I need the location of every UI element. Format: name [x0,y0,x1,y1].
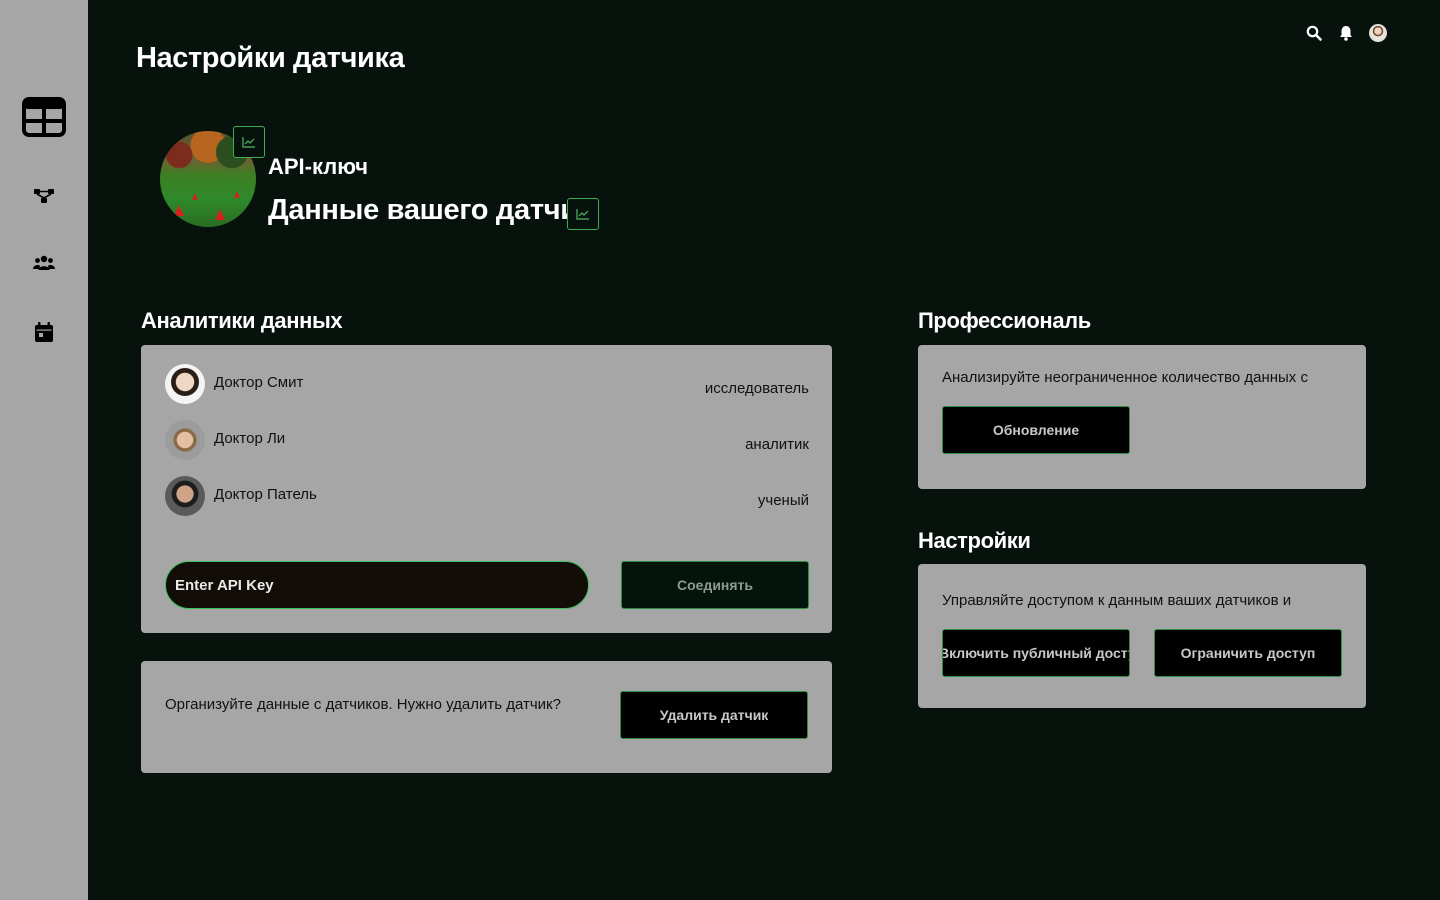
users-icon[interactable] [0,254,88,272]
sidebar [0,0,88,900]
settings-card: Управляйте доступом к данным ваших датчи… [918,564,1366,708]
upgrade-button[interactable]: Обновление [942,406,1130,454]
page-title: Настройки датчика [136,42,405,74]
calendar-icon[interactable] [0,321,88,343]
settings-section-title: Настройки [918,528,1031,553]
analytics-section-title: Аналитики данных [141,308,343,333]
search-icon[interactable] [1305,24,1323,42]
dashboard-grid-icon[interactable] [0,97,88,137]
bell-icon[interactable] [1337,24,1355,42]
avatar-image [1369,24,1387,42]
sensor-data-title: Данные вашего датчи [268,194,578,226]
avatar [165,364,205,404]
delete-sensor-text: Организуйте данные с датчиков. Нужно уда… [165,696,561,713]
chart-line-icon[interactable] [233,126,265,158]
user-avatar[interactable] [1369,24,1387,42]
member-name: Доктор Ли [214,430,286,447]
pro-description: Анализируйте неограниченное количество д… [942,369,1308,386]
avatar [165,476,205,516]
avatar [165,420,205,460]
list-item[interactable]: Доктор Патель ученый [165,476,809,516]
settings-description: Управляйте доступом к данным ваших датчи… [942,592,1292,609]
member-role: исследователь [704,380,809,397]
list-item[interactable]: Доктор Смит исследователь [165,364,809,404]
pro-card: Анализируйте неограниченное количество д… [918,345,1366,489]
member-role: ученый [757,492,809,509]
api-key-label: API-ключ [268,154,368,179]
list-item[interactable]: Доктор Ли аналитик [165,420,809,460]
analytics-card: Доктор Смит исследователь Доктор Ли анал… [141,345,832,633]
network-icon[interactable] [0,186,88,206]
delete-sensor-card: Организуйте данные с датчиков. Нужно уда… [141,661,832,773]
delete-sensor-button[interactable]: Удалить датчик [620,691,808,739]
enable-public-access-button[interactable]: Включить публичный доступ [942,629,1130,677]
pro-section-title: Профессиональ [918,308,1091,333]
member-name: Доктор Патель [214,486,317,503]
restrict-access-button[interactable]: Ограничить доступ [1154,629,1342,677]
api-key-input[interactable] [165,561,589,609]
chart-line-icon[interactable] [567,198,599,230]
connect-button[interactable]: Соединять [621,561,809,609]
enable-public-access-label: Включить публичный доступ [942,645,1130,661]
member-name: Доктор Смит [214,374,304,391]
member-role: аналитик [745,436,809,453]
main-content: Настройки датчика API-ключ Данные вашего… [88,0,1440,900]
